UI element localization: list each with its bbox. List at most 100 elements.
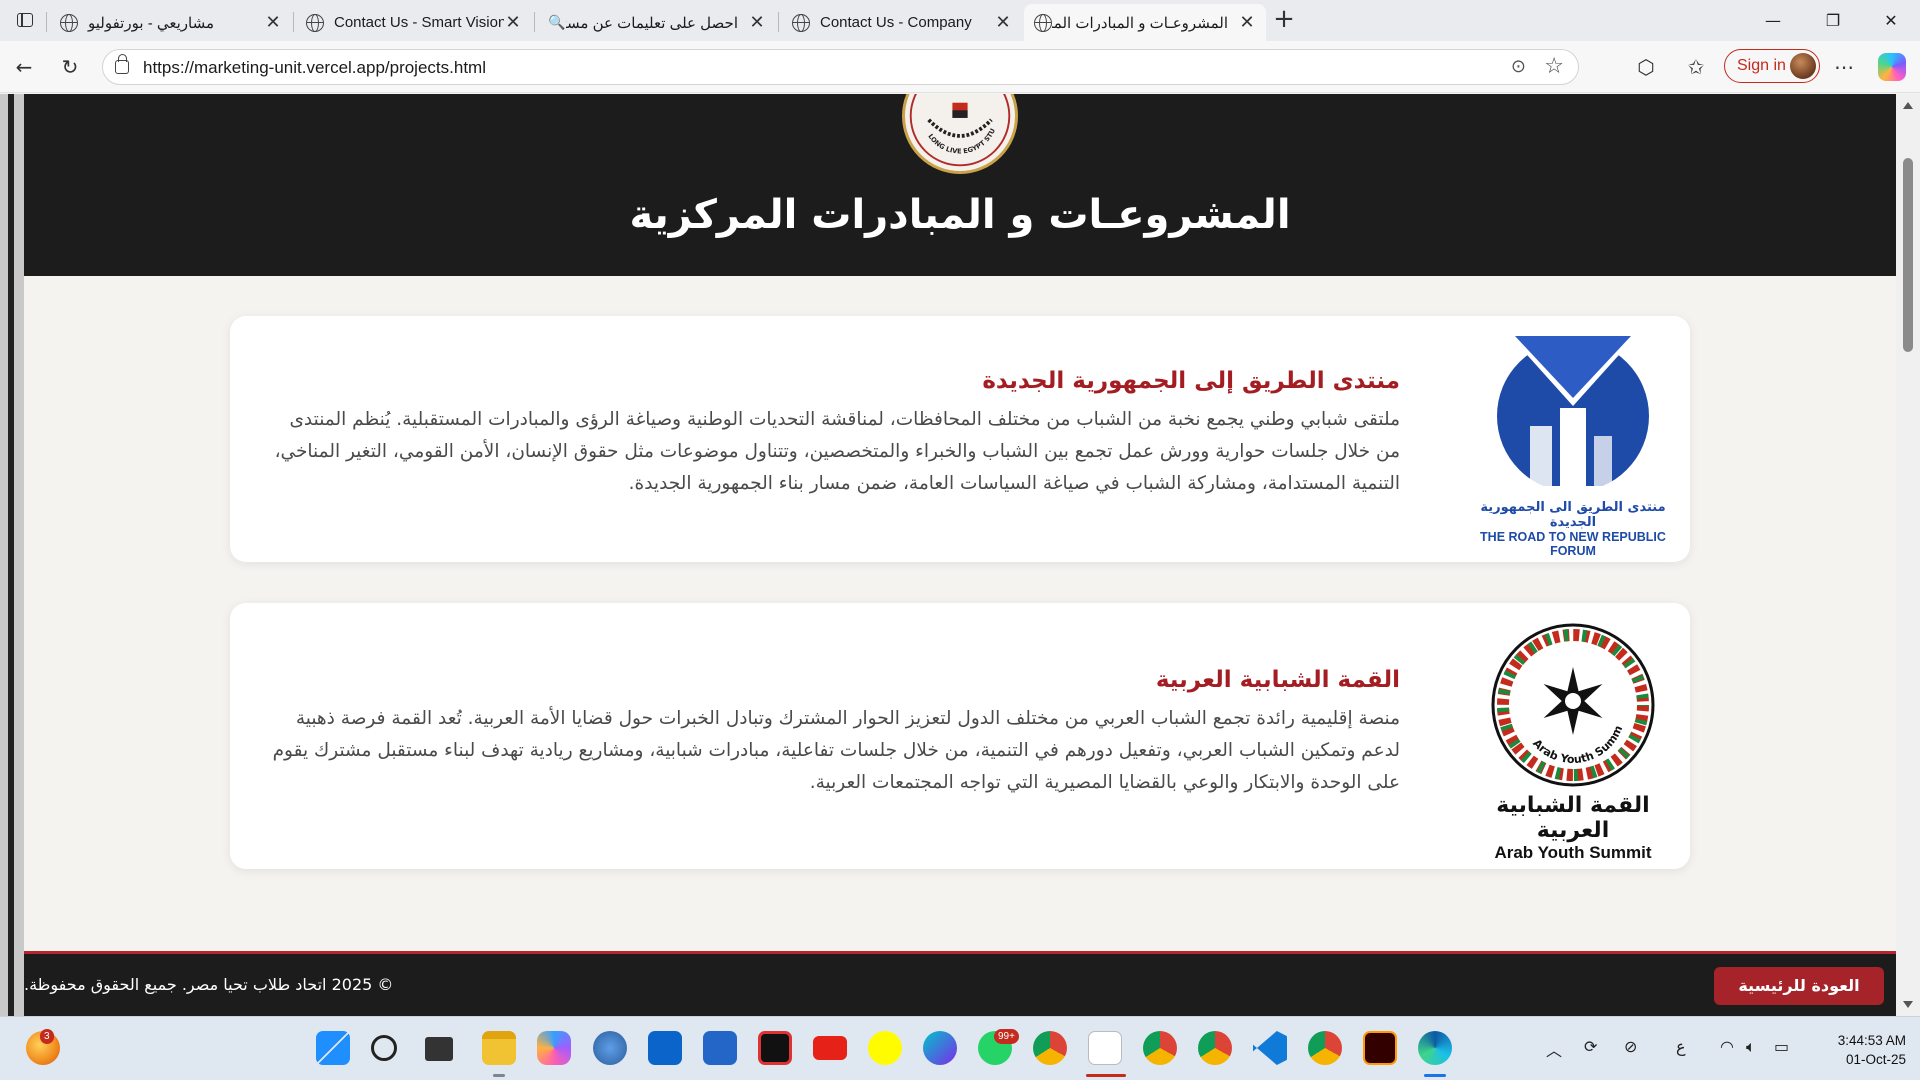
page-viewport: LONG LIVE EGYPT STUDENTS UNION المشروعـا…	[0, 94, 1920, 1016]
scroll-down-arrow-icon[interactable]	[1903, 1001, 1913, 1008]
browser-toolbar: ← ↻ https://marketing-unit.vercel.app/pr…	[0, 41, 1920, 93]
tab-separator	[534, 12, 535, 32]
favorites-icon[interactable]: ✩	[1680, 51, 1712, 83]
tab-title: مشاريعي - بورتفوليو	[88, 14, 214, 32]
back-button[interactable]: ←	[8, 51, 40, 83]
project-description: ملتقى شبابي وطني يجمع نخبة من الشباب من …	[274, 409, 1400, 494]
avatar	[1790, 53, 1816, 79]
close-tab-icon[interactable]: ✕	[748, 12, 766, 33]
volume-icon[interactable]: 🔈︎	[1746, 1037, 1756, 1057]
globe-icon	[792, 13, 810, 32]
project-title: القمة الشبابية العربية	[1155, 667, 1400, 693]
sheets-shortcut-icon[interactable]	[1088, 1031, 1122, 1065]
tab-projects-active[interactable]: المشروعـات و المبادرات المركزية ✕	[1024, 4, 1266, 41]
snapchat-icon[interactable]	[868, 1031, 902, 1065]
site-info-lock-icon[interactable]	[115, 54, 129, 74]
close-tab-icon[interactable]: ✕	[994, 12, 1012, 33]
logo-caption-en: Arab Youth Summit	[1494, 843, 1652, 862]
input-language[interactable]: ع	[1676, 1037, 1686, 1056]
project-text: منتدى الطريق إلى الجمهورية الجديدة ملتقى…	[268, 368, 1400, 500]
copyright-text: © 2025 اتحاد طلاب تحيا مصر. جميع الحقوق …	[24, 975, 394, 994]
onedrive-sync-icon[interactable]: ⟳	[1584, 1037, 1597, 1056]
screen-recorder-icon[interactable]	[758, 1031, 792, 1065]
search-icon: 🔍	[548, 14, 566, 31]
project-description: منصة إقليمية رائدة تجمع الشباب العربي من…	[272, 708, 1400, 793]
tab-title: Contact Us - Smart Vision	[334, 14, 504, 31]
whatsapp-badge: 99+	[994, 1029, 1019, 1044]
chrome-icon[interactable]	[1033, 1031, 1067, 1065]
clock-time: 3:44:53 AM	[1837, 1033, 1906, 1048]
app-running-indicator	[493, 1074, 505, 1077]
clock-date: 01-Oct-25	[1845, 1052, 1906, 1067]
reading-options-icon[interactable]: ⊙	[1511, 56, 1526, 77]
windows-taskbar: 3 99+ ︿ ⟳ ⊘ ع ◠ 🔈︎ ▭ 3:44:53 AM 01-Oct-2…	[0, 1016, 1920, 1080]
tab-contact-company[interactable]: Contact Us - Company ✕	[782, 4, 1022, 41]
canva-icon[interactable]	[923, 1031, 957, 1065]
new-tab-button[interactable]: +	[1269, 6, 1299, 34]
network-status-icon[interactable]: ⊘	[1624, 1037, 1637, 1056]
tab-strip: مشاريعي - بورتفوليو ✕ Contact Us - Smart…	[0, 0, 1920, 41]
back-to-home-button[interactable]: العودة للرئيسية	[1714, 967, 1884, 1005]
chrome-profile-icon[interactable]	[1308, 1031, 1342, 1065]
tab-file-explorer-help[interactable]: 🔍 احصل على تعليمات عن مستكشف الملفات في …	[538, 4, 776, 41]
favorite-star-icon[interactable]: ☆	[1544, 54, 1564, 79]
tab-title: المشروعـات و المبادرات المركزية	[1052, 14, 1228, 32]
system-clock[interactable]: 3:44:53 AM 01-Oct-25	[1808, 1031, 1906, 1069]
left-border	[8, 94, 14, 1016]
close-tab-icon[interactable]: ✕	[264, 12, 282, 33]
logo-caption-ar: منتدى الطريق الى الجمهورية الجديدة	[1480, 500, 1666, 530]
site-footer: © 2025 اتحاد طلاب تحيا مصر. جميع الحقوق …	[24, 951, 1896, 1016]
chrome-profile-e-icon[interactable]	[1143, 1031, 1177, 1065]
minimize-button[interactable]: —	[1750, 6, 1796, 36]
hero-header: LONG LIVE EGYPT STUDENTS UNION المشروعـا…	[24, 94, 1896, 276]
task-view-icon[interactable]	[425, 1037, 453, 1061]
more-menu-icon[interactable]: ⋯	[1828, 51, 1860, 83]
tab-separator	[46, 12, 47, 32]
project-card: Arab Youth Summit القمة الشبابية العربية…	[230, 603, 1690, 869]
world-clock-icon[interactable]	[593, 1031, 627, 1065]
tab-title: Contact Us - Company	[820, 14, 972, 31]
projects-page: LONG LIVE EGYPT STUDENTS UNION المشروعـا…	[24, 94, 1896, 1016]
tab-smart-vision[interactable]: Contact Us - Smart Vision ✕	[296, 4, 532, 41]
tab-separator	[293, 12, 294, 32]
project-text: القمة الشبابية العربية منصة إقليمية رائد…	[268, 667, 1400, 799]
sign-in-button[interactable]: Sign in	[1724, 49, 1820, 83]
microsoft-store-icon[interactable]	[703, 1031, 737, 1065]
wifi-icon[interactable]: ◠	[1720, 1037, 1734, 1056]
outlook-icon[interactable]	[648, 1031, 682, 1065]
arab-youth-summit-logo: Arab Youth Summit القمة الشبابية العربية…	[1467, 611, 1676, 863]
edge-icon[interactable]	[1418, 1031, 1452, 1065]
tab-separator	[778, 12, 779, 32]
battery-icon[interactable]: ▭	[1774, 1037, 1789, 1056]
tab-actions-icon	[17, 13, 33, 27]
scroll-thumb[interactable]	[1903, 158, 1913, 352]
close-window-button[interactable]: ✕	[1868, 6, 1914, 36]
tab-portfolio[interactable]: مشاريعي - بورتفوليو ✕	[50, 4, 292, 41]
app-active-indicator	[1086, 1074, 1126, 1077]
arab-youth-summit-emblem: Arab Youth Summit	[1467, 611, 1655, 787]
project-card: منتدى الطريق الى الجمهورية الجديدة THE R…	[230, 316, 1690, 562]
url-text[interactable]: https://marketing-unit.vercel.app/projec…	[143, 58, 486, 78]
extensions-icon[interactable]: ⬡	[1630, 51, 1662, 83]
chrome-profile-l-icon[interactable]	[1198, 1031, 1232, 1065]
tab-title: احصل على تعليمات عن مستكشف الملفات في	[566, 14, 738, 32]
search-icon[interactable]	[371, 1035, 397, 1061]
scroll-up-arrow-icon[interactable]	[1903, 102, 1913, 109]
start-windows-icon[interactable]	[316, 1031, 350, 1065]
copilot-icon[interactable]	[1878, 53, 1906, 81]
close-tab-icon[interactable]: ✕	[1238, 12, 1256, 33]
page-title: المشروعـات و المبادرات المركزية	[629, 192, 1291, 238]
illustrator-icon[interactable]	[1363, 1031, 1397, 1065]
page-scrollbar[interactable]	[1896, 94, 1920, 1016]
notification-badge: 3	[40, 1029, 54, 1044]
close-tab-icon[interactable]: ✕	[504, 12, 522, 33]
youtube-icon[interactable]	[813, 1036, 847, 1060]
file-explorer-icon[interactable]	[482, 1031, 516, 1065]
tab-actions-button[interactable]	[10, 6, 40, 34]
restore-button[interactable]: ❐	[1810, 6, 1856, 36]
address-bar[interactable]: https://marketing-unit.vercel.app/projec…	[102, 49, 1579, 85]
refresh-button[interactable]: ↻	[54, 51, 86, 83]
copilot-app-icon[interactable]	[537, 1031, 571, 1065]
show-hidden-icons-chevron-icon[interactable]: ︿	[1546, 1037, 1562, 1061]
vscode-icon[interactable]	[1253, 1031, 1287, 1065]
